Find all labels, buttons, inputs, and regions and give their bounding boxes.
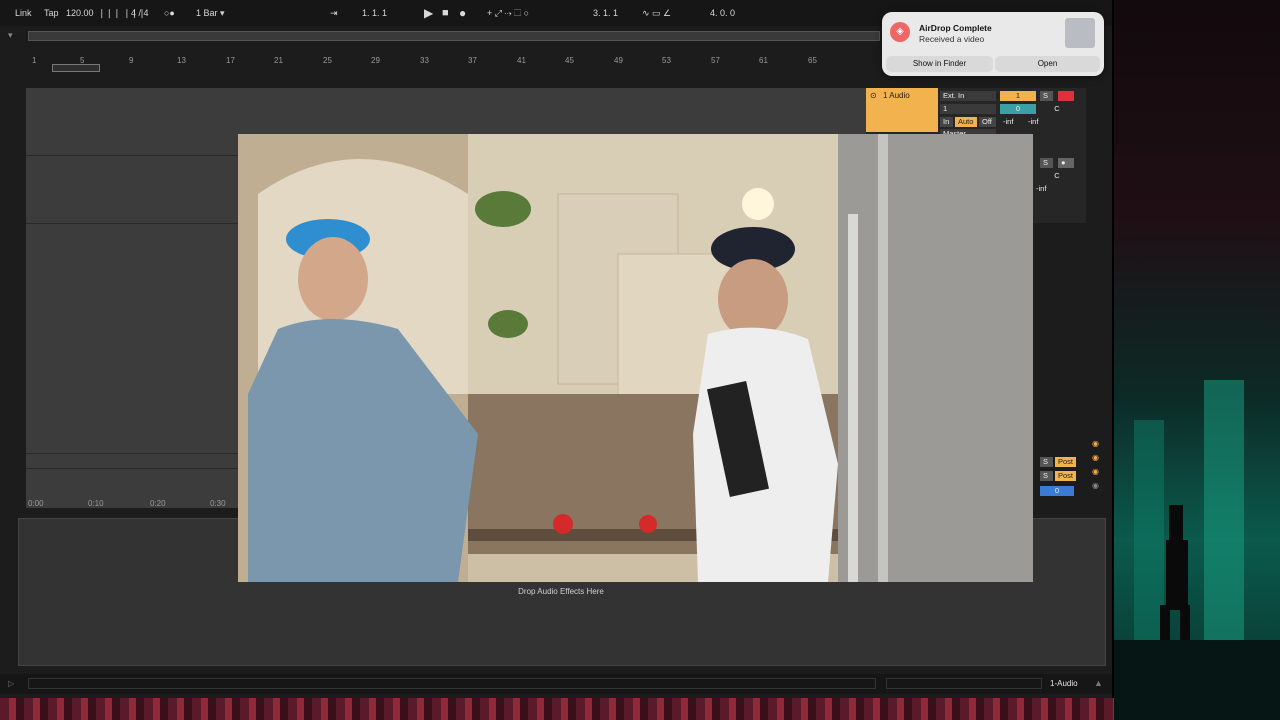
monitor-off-button[interactable]: Off xyxy=(979,117,996,127)
selected-track-label: 1-Audio xyxy=(1050,679,1078,688)
concert-scene xyxy=(1114,380,1280,720)
open-button[interactable]: Open xyxy=(995,56,1100,72)
meter-right: -inf xyxy=(1028,117,1039,126)
track-header[interactable]: ⊙ 1 Audio xyxy=(866,88,938,132)
ruler-tick: 53 xyxy=(662,56,671,65)
link-button[interactable]: Link xyxy=(15,8,32,18)
return-arm-icon[interactable]: ● xyxy=(1058,158,1074,168)
loop-length-field[interactable]: 4. 0. 0 xyxy=(710,8,735,18)
io-toggle-icons[interactable]: ◉ ◉ ◉ ◉ xyxy=(1092,437,1101,490)
return-meter: -inf xyxy=(1036,184,1047,193)
status-bar: ▷ ▲ xyxy=(0,674,1112,694)
send-solo-button[interactable]: S xyxy=(1040,457,1053,467)
collapse-icon[interactable]: ▾ xyxy=(8,30,13,41)
ruler-tick: 65 xyxy=(808,56,817,65)
fold-icon[interactable]: ⊙ xyxy=(870,91,877,100)
quantize-menu[interactable]: 1 Bar xyxy=(196,8,218,18)
send-solo-button-2[interactable]: S xyxy=(1040,471,1053,481)
loop-start-field[interactable]: 3. 1. 1 xyxy=(593,8,618,18)
notification-subtitle: Received a video xyxy=(919,34,985,44)
quantize-icon[interactable]: ○● xyxy=(164,8,175,18)
triangle-icon[interactable]: ▲ xyxy=(1094,678,1103,688)
ruler-tick: 9 xyxy=(129,56,134,65)
notification-title: AirDrop Complete xyxy=(919,23,992,33)
pan-field[interactable]: C xyxy=(1040,104,1074,114)
ruler-tick: 1 xyxy=(32,56,37,65)
input-type-menu[interactable]: Ext. In xyxy=(940,91,996,101)
monitor-auto-button[interactable]: Auto xyxy=(955,117,977,127)
monitor-in-button[interactable]: In xyxy=(940,117,953,127)
ruler-tick: 25 xyxy=(323,56,332,65)
time-mark: 0:10 xyxy=(88,499,104,508)
ruler-tick: 49 xyxy=(614,56,623,65)
overdub-icon[interactable]: + ⤢ ⇢ ⬚ ○ xyxy=(487,8,529,19)
arm-record-button[interactable] xyxy=(1058,91,1074,101)
drop-effects-label: Drop Audio Effects Here xyxy=(518,587,604,596)
draw-mode-icon[interactable]: ∿ ▭ ∠ xyxy=(642,8,671,19)
background-photo xyxy=(1114,0,1280,720)
ruler-tick: 41 xyxy=(517,56,526,65)
ruler-tick: 57 xyxy=(711,56,720,65)
input-channel-menu[interactable]: 1 xyxy=(940,104,996,114)
ruler-tick: 13 xyxy=(177,56,186,65)
time-mark: 0:20 xyxy=(150,499,166,508)
arrangement-overview[interactable] xyxy=(28,31,880,41)
record-icon[interactable]: ● xyxy=(459,6,466,20)
meter-left: -inf xyxy=(1003,117,1014,126)
loop-brace[interactable] xyxy=(52,64,100,72)
video-thumbnail xyxy=(1065,18,1095,48)
status-field xyxy=(886,678,1042,689)
play-icon[interactable]: ▶ xyxy=(424,6,433,20)
video-frame xyxy=(238,134,1033,582)
master-volume-field[interactable]: 0 xyxy=(1040,486,1074,496)
ruler-tick: 33 xyxy=(420,56,429,65)
time-ruler[interactable]: 0:00 0:10 0:20 0:30 xyxy=(26,497,238,509)
return-solo-button[interactable]: S xyxy=(1040,158,1053,168)
solo-button[interactable]: S xyxy=(1040,91,1053,101)
video-scene xyxy=(238,134,1033,582)
time-mark: 0:00 xyxy=(28,499,44,508)
ruler-tick: 45 xyxy=(565,56,574,65)
crowd-strip xyxy=(0,698,1114,720)
volume-field[interactable]: 0 xyxy=(1000,104,1036,114)
ruler-tick: 21 xyxy=(274,56,283,65)
follow-icon[interactable]: ⇥ xyxy=(330,8,338,19)
track-title[interactable]: 1 Audio xyxy=(883,91,910,100)
arrangement-position[interactable]: 1. 1. 1 xyxy=(362,8,387,18)
send-post-button[interactable]: Post xyxy=(1055,457,1076,467)
bar-ruler[interactable]: 1 5 9 13 17 21 25 29 33 37 41 45 49 53 5… xyxy=(26,52,866,66)
expand-icon[interactable]: ▷ xyxy=(8,679,14,688)
time-signature-field[interactable]: 4 / 4 xyxy=(131,8,149,18)
ruler-tick: 61 xyxy=(759,56,768,65)
airdrop-icon: ◈ xyxy=(890,22,910,42)
return-pan-field[interactable]: C xyxy=(1040,171,1074,181)
airdrop-notification[interactable]: ◈ AirDrop Complete Received a video Show… xyxy=(882,12,1104,76)
time-mark: 0:30 xyxy=(210,499,226,508)
ruler-tick: 29 xyxy=(371,56,380,65)
chevron-down-icon: ▾ xyxy=(220,8,225,18)
send-post-button-2[interactable]: Post xyxy=(1055,471,1076,481)
ruler-tick: 37 xyxy=(468,56,477,65)
stop-icon[interactable]: ■ xyxy=(442,7,449,19)
ruler-tick: 17 xyxy=(226,56,235,65)
track-number-button[interactable]: 1 xyxy=(1000,91,1036,101)
tempo-field[interactable]: 120.00 xyxy=(66,8,94,18)
show-in-finder-button[interactable]: Show in Finder xyxy=(886,56,993,72)
tap-button[interactable]: Tap xyxy=(44,8,59,18)
info-field xyxy=(28,678,876,689)
